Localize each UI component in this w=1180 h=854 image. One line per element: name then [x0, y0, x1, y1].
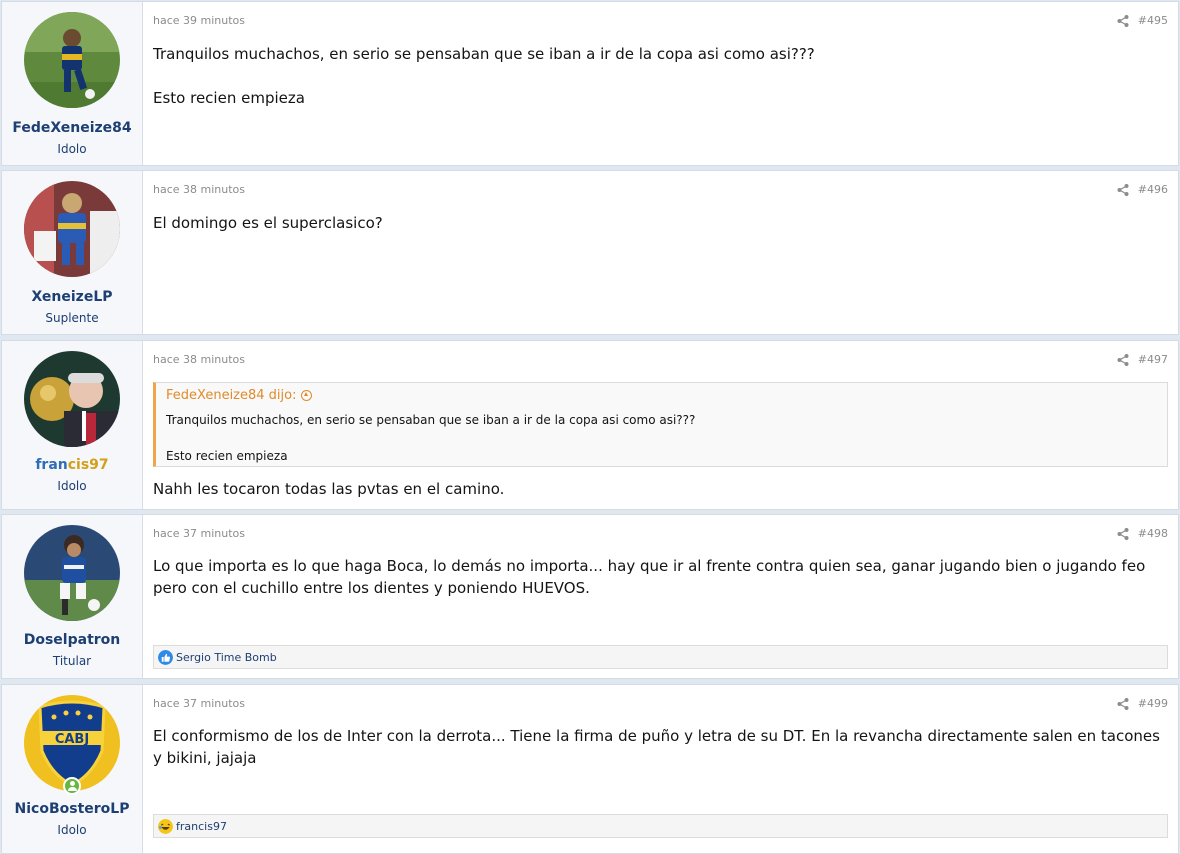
post-time[interactable]: hace 38 minutos — [153, 183, 245, 196]
post-content: hace 38 minutos #496 El domingo es el su… — [143, 171, 1178, 334]
user-cell: XeneizeLP Suplente — [2, 171, 143, 334]
username[interactable]: NicoBosteroLP — [2, 801, 142, 817]
post-number[interactable]: #498 — [1138, 527, 1168, 540]
avatar[interactable] — [24, 181, 120, 277]
share-icon[interactable] — [1116, 527, 1130, 541]
user-title: Idolo — [57, 823, 87, 837]
post-number[interactable]: #499 — [1138, 697, 1168, 710]
post: francis97 Idolo hace 38 minutos #497 Fed… — [1, 340, 1179, 510]
reaction-users[interactable]: francis97 — [176, 820, 227, 833]
share-icon[interactable] — [1116, 14, 1130, 28]
username[interactable]: XeneizeLP — [2, 289, 142, 305]
share-icon[interactable] — [1116, 697, 1130, 711]
post: FedeXeneize84 Idolo hace 39 minutos #495… — [1, 1, 1179, 166]
user-cell: Doselpatron Titular — [2, 515, 143, 678]
like-icon — [158, 650, 173, 665]
username[interactable]: FedeXeneize84 — [2, 120, 142, 136]
quote-author[interactable]: FedeXeneize84 dijo: — [166, 388, 312, 403]
post-content: hace 37 minutos #498 Lo que importa es l… — [143, 515, 1178, 678]
share-icon[interactable] — [1116, 353, 1130, 367]
avatar[interactable] — [24, 525, 120, 621]
post-content: hace 38 minutos #497 FedeXeneize84 dijo:… — [143, 341, 1178, 509]
post-number[interactable]: #495 — [1138, 14, 1168, 27]
post-body: Tranquilos muchachos, en serio se pensab… — [153, 45, 815, 107]
post-time[interactable]: hace 37 minutos — [153, 697, 245, 710]
post-body: Nahh les tocaron todas las pvtas en el c… — [153, 480, 505, 498]
post: CABJ NicoBosteroLP Idolo hace 37 minutos… — [1, 684, 1179, 854]
user-cell: FedeXeneize84 Idolo — [2, 2, 143, 165]
reaction-users[interactable]: Sergio Time Bomb — [176, 651, 277, 664]
post-content: hace 39 minutos #495 Tranquilos muchacho… — [143, 2, 1178, 165]
post: Doselpatron Titular hace 37 minutos #498… — [1, 514, 1179, 679]
online-status-icon — [63, 777, 81, 795]
reaction-bar[interactable]: francis97 — [153, 814, 1168, 838]
user-title: Titular — [52, 654, 92, 668]
user-cell: CABJ NicoBosteroLP Idolo — [2, 685, 143, 853]
avatar-crest-text: CABJ — [55, 732, 89, 747]
post-body: El domingo es el superclasico? — [153, 214, 383, 232]
share-icon[interactable] — [1116, 183, 1130, 197]
post-time[interactable]: hace 38 minutos — [153, 353, 245, 366]
user-cell: francis97 Idolo — [2, 341, 143, 509]
post-number[interactable]: #497 — [1138, 353, 1168, 366]
laugh-icon — [158, 819, 173, 834]
user-title: Suplente — [45, 311, 99, 325]
post: XeneizeLP Suplente hace 38 minutos #496 … — [1, 170, 1179, 335]
post-body: El conformismo de los de Inter con la de… — [153, 727, 1160, 767]
user-title: Idolo — [57, 142, 87, 156]
post-time[interactable]: hace 37 minutos — [153, 527, 245, 540]
user-title: Idolo — [57, 479, 87, 493]
post-body: Lo que importa es lo que haga Boca, lo d… — [153, 557, 1146, 597]
username[interactable]: Doselpatron — [2, 632, 142, 648]
post-content: hace 37 minutos #499 El conformismo de l… — [143, 685, 1178, 853]
reaction-bar[interactable]: Sergio Time Bomb — [153, 645, 1168, 669]
quote-block: FedeXeneize84 dijo: Tranquilos muchachos… — [153, 382, 1168, 467]
quote-author-label[interactable]: FedeXeneize84 dijo: — [166, 388, 297, 403]
post-number[interactable]: #496 — [1138, 183, 1168, 196]
arrow-up-icon[interactable] — [300, 390, 312, 401]
username[interactable]: francis97 — [2, 457, 142, 473]
avatar[interactable] — [24, 351, 120, 447]
avatar[interactable] — [24, 12, 120, 108]
quote-text: Tranquilos muchachos, en serio se pensab… — [166, 413, 696, 463]
post-time[interactable]: hace 39 minutos — [153, 14, 245, 27]
